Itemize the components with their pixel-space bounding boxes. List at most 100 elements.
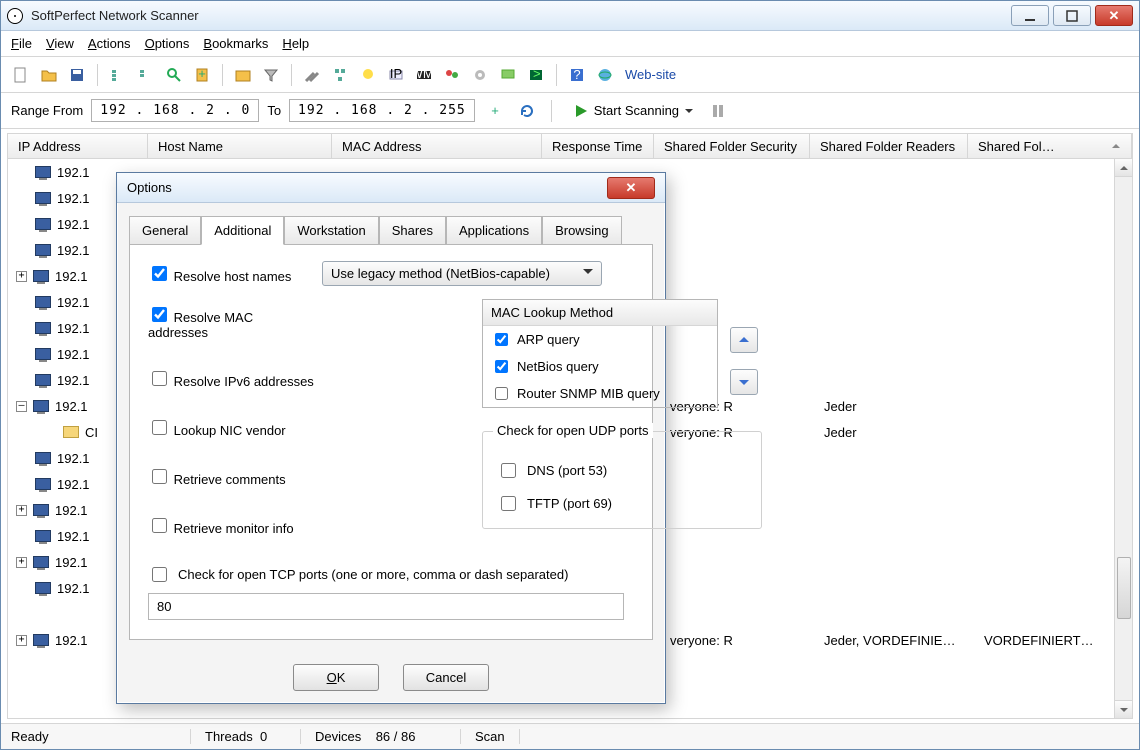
svg-text:+: + <box>198 67 206 81</box>
menu-view[interactable]: View <box>46 36 74 51</box>
col-ip[interactable]: IP Address <box>8 134 148 158</box>
tftp-port-checkbox[interactable] <box>501 496 516 511</box>
tcp-ports-checkbox[interactable] <box>152 567 167 582</box>
retrieve-monitor-checkbox[interactable] <box>152 518 167 533</box>
lookup-nic-checkbox[interactable] <box>152 420 167 435</box>
menu-options[interactable]: Options <box>145 36 190 51</box>
retrieve-comments-checkbox[interactable] <box>152 469 167 484</box>
menu-help[interactable]: Help <box>282 36 309 51</box>
expander-icon[interactable]: + <box>16 635 27 646</box>
scroll-down-icon[interactable] <box>1115 700 1132 718</box>
col-resp[interactable]: Response Time <box>542 134 654 158</box>
tcp-ports-label: Check for open TCP ports (one or more, c… <box>178 567 568 582</box>
ip-cell: 192.1 <box>55 269 115 284</box>
tab-workstation[interactable]: Workstation <box>284 216 378 245</box>
col-host[interactable]: Host Name <box>148 134 332 158</box>
dialog-close-button[interactable]: ✕ <box>607 177 655 199</box>
close-button[interactable]: ✕ <box>1095 5 1133 26</box>
expander-icon[interactable]: – <box>16 401 27 412</box>
col-fold[interactable]: Shared Fol… <box>968 134 1132 158</box>
computer-icon <box>35 296 51 308</box>
mac-method-option[interactable]: NetBios query <box>483 353 717 380</box>
move-down-button[interactable] <box>730 369 758 395</box>
ip-cell: 192.1 <box>55 555 115 570</box>
tab-shares[interactable]: Shares <box>379 216 446 245</box>
resolve-method-dropdown[interactable]: Use legacy method (NetBios-capable) <box>322 261 602 286</box>
toolbar: + IP WMI > ? Web-site <box>1 57 1139 93</box>
retrieve-comments-label: Retrieve comments <box>174 472 286 487</box>
filter-icon[interactable] <box>259 63 283 87</box>
wmi-icon[interactable]: WMI <box>412 63 436 87</box>
users-icon[interactable] <box>440 63 464 87</box>
gear-icon[interactable] <box>468 63 492 87</box>
website-link[interactable]: Web-site <box>625 67 676 82</box>
collapse-icon[interactable] <box>134 63 158 87</box>
tcp-ports-input[interactable]: 80 <box>148 593 624 620</box>
dialog-title: Options <box>127 180 607 195</box>
resolve-ipv6-checkbox[interactable] <box>152 371 167 386</box>
tab-general[interactable]: General <box>129 216 201 245</box>
security-cell: veryone: R <box>670 633 733 648</box>
tab-applications[interactable]: Applications <box>446 216 542 245</box>
computer-icon <box>35 452 51 464</box>
ip-cell: 192.1 <box>57 451 117 466</box>
table-header: IP Address Host Name MAC Address Respons… <box>7 133 1133 159</box>
pause-button[interactable] <box>711 103 725 119</box>
terminal-icon[interactable]: > <box>524 63 548 87</box>
expander-icon[interactable]: + <box>16 505 27 516</box>
resolve-mac-checkbox[interactable] <box>152 307 167 322</box>
menu-file[interactable]: File <box>11 36 32 51</box>
expand-icon[interactable] <box>106 63 130 87</box>
mac-method-option[interactable]: ARP query <box>483 326 717 353</box>
tab-additional[interactable]: Additional <box>201 216 284 245</box>
ip-to-input[interactable]: 192 . 168 . 2 . 255 <box>289 99 475 122</box>
dialog-titlebar: Options ✕ <box>117 173 665 203</box>
resolve-hostnames-checkbox[interactable] <box>152 266 167 281</box>
menubar: File View Actions Options Bookmarks Help <box>1 31 1139 57</box>
refresh-icon[interactable] <box>515 99 539 123</box>
new-icon[interactable] <box>9 63 33 87</box>
mac-method-option[interactable]: Router SNMP MIB query <box>483 380 717 407</box>
find-icon[interactable] <box>162 63 186 87</box>
ip-from-input[interactable]: 192 . 168 . 2 . 0 <box>91 99 259 122</box>
retrieve-monitor-label: Retrieve monitor info <box>174 521 294 536</box>
menu-actions[interactable]: Actions <box>88 36 131 51</box>
sort-arrow-icon <box>1111 141 1121 151</box>
add-range-icon[interactable]: + <box>483 99 507 123</box>
scroll-thumb[interactable] <box>1117 557 1131 619</box>
tab-browsing[interactable]: Browsing <box>542 216 621 245</box>
ok-button[interactable]: OK <box>293 664 379 691</box>
svg-text:+: + <box>491 104 499 118</box>
add-bookmark-icon[interactable]: + <box>190 63 214 87</box>
udp-ports-legend: Check for open UDP ports <box>493 423 653 438</box>
vertical-scrollbar[interactable] <box>1114 159 1132 718</box>
monitor-icon[interactable] <box>496 63 520 87</box>
open-folder-icon[interactable] <box>37 63 61 87</box>
ip-icon[interactable]: IP <box>384 63 408 87</box>
network-icon[interactable] <box>328 63 352 87</box>
dropdown-arrow-icon <box>685 107 693 115</box>
col-mac[interactable]: MAC Address <box>332 134 542 158</box>
expander-icon[interactable]: + <box>16 271 27 282</box>
globe-icon[interactable] <box>593 63 617 87</box>
menu-bookmarks[interactable]: Bookmarks <box>203 36 268 51</box>
help-icon[interactable]: ? <box>565 63 589 87</box>
cancel-button[interactable]: Cancel <box>403 664 489 691</box>
minimize-button[interactable] <box>1011 5 1049 26</box>
expander-icon[interactable]: + <box>16 557 27 568</box>
col-sec[interactable]: Shared Folder Security <box>654 134 810 158</box>
computer-icon <box>35 478 51 490</box>
maximize-button[interactable] <box>1053 5 1091 26</box>
dns-port-checkbox[interactable] <box>501 463 516 478</box>
save-icon[interactable] <box>65 63 89 87</box>
col-read[interactable]: Shared Folder Readers <box>810 134 968 158</box>
scroll-up-icon[interactable] <box>1115 159 1132 177</box>
computer-icon <box>33 634 49 646</box>
lightbulb-icon[interactable] <box>356 63 380 87</box>
status-threads: Threads 0 <box>191 729 301 744</box>
move-up-button[interactable] <box>730 327 758 353</box>
start-scanning-button[interactable]: Start Scanning <box>564 100 703 121</box>
separator <box>97 64 98 86</box>
settings-icon[interactable] <box>300 63 324 87</box>
folder-icon[interactable] <box>231 63 255 87</box>
